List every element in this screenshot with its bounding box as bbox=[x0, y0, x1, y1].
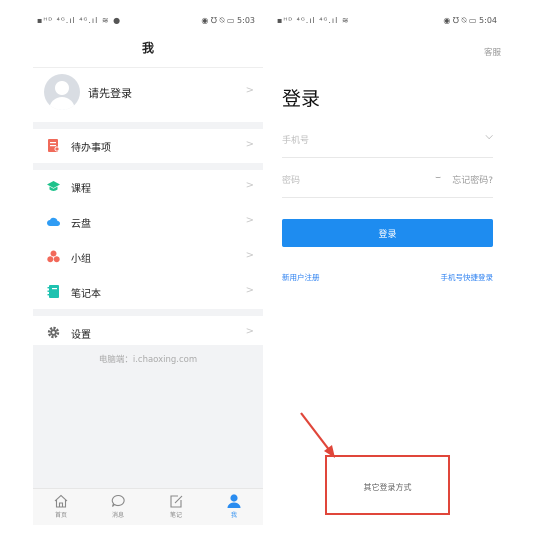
chevron-right-icon: > bbox=[245, 180, 254, 191]
other-login-label: 其它登录方式 bbox=[363, 483, 412, 492]
login-screen: ▪ᴴᴰ ⁴ᴳ.ıl ⁴ᴳ.ıl ≋ ◉ ℧ ⍉ ▭ 5:04 客服 登录 手机号… bbox=[273, 10, 505, 525]
person-icon bbox=[227, 494, 241, 508]
chevron-right-icon: > bbox=[245, 85, 254, 96]
todo-icon bbox=[48, 139, 60, 152]
status-bar: ▪ᴴᴰ ⁴ᴳ.ıl ⁴ᴳ.ıl ≋ ● ◉ ℧ ⍉ ▭ 5:03 bbox=[33, 10, 263, 32]
chevron-right-icon: > bbox=[245, 285, 254, 296]
menu-label: 云盘 bbox=[71, 219, 91, 230]
home-icon bbox=[54, 494, 68, 508]
group-icon bbox=[47, 250, 60, 263]
notebook-icon bbox=[47, 285, 59, 298]
login-prompt: 请先登录 bbox=[88, 87, 132, 100]
graduation-cap-icon bbox=[47, 181, 60, 191]
tab-label: 首页 bbox=[54, 512, 67, 519]
chevron-right-icon: > bbox=[245, 139, 254, 150]
tab-me[interactable]: 我 bbox=[214, 493, 254, 519]
bottom-tab-bar: 首页 消息 笔记 我 bbox=[33, 488, 263, 525]
menu-label: 待办事项 bbox=[71, 143, 111, 154]
other-login-methods[interactable]: 其它登录方式 bbox=[325, 455, 450, 515]
menu-label: 笔记本 bbox=[71, 289, 101, 300]
menu-item-group[interactable]: 小组 > bbox=[33, 240, 263, 274]
pc-site-info: 电脑端：i.chaoxing.com bbox=[98, 355, 198, 365]
menu-item-cloud[interactable]: 云盘 > bbox=[33, 205, 263, 239]
chevron-right-icon: > bbox=[245, 215, 254, 226]
menu-label: 设置 bbox=[71, 330, 91, 341]
status-left: ▪ᴴᴰ ⁴ᴳ.ıl ⁴ᴳ.ıl ≋ ● bbox=[37, 16, 122, 25]
tab-label: 笔记 bbox=[169, 512, 182, 519]
tab-label: 我 bbox=[230, 512, 237, 519]
red-arrow-icon bbox=[300, 412, 335, 458]
menu-label: 课程 bbox=[71, 184, 91, 195]
menu-label: 小组 bbox=[71, 254, 91, 265]
status-right: ◉ ℧ ⍉ ▭ 5:03 bbox=[201, 16, 255, 25]
chevron-right-icon: > bbox=[245, 250, 254, 261]
profile-screen: ▪ᴴᴰ ⁴ᴳ.ıl ⁴ᴳ.ıl ≋ ● ◉ ℧ ⍉ ▭ 5:03 我 请先登录 … bbox=[33, 10, 263, 525]
page-title: 我 bbox=[141, 41, 154, 55]
tab-home[interactable]: 首页 bbox=[41, 493, 81, 519]
menu-item-todo[interactable]: 待办事项 > bbox=[33, 129, 263, 163]
avatar bbox=[44, 74, 80, 110]
menu-item-course[interactable]: 课程 > bbox=[33, 170, 263, 204]
menu-item-notebook[interactable]: 笔记本 > bbox=[33, 275, 263, 309]
message-icon bbox=[111, 494, 125, 507]
gear-icon bbox=[47, 326, 60, 339]
note-icon bbox=[170, 495, 183, 508]
cloud-icon bbox=[47, 217, 60, 226]
tab-messages[interactable]: 消息 bbox=[98, 493, 138, 519]
tab-label: 消息 bbox=[111, 512, 124, 519]
tab-notes[interactable]: 笔记 bbox=[156, 493, 196, 519]
chevron-right-icon: > bbox=[245, 326, 254, 337]
login-row[interactable]: 请先登录 > bbox=[33, 67, 263, 123]
